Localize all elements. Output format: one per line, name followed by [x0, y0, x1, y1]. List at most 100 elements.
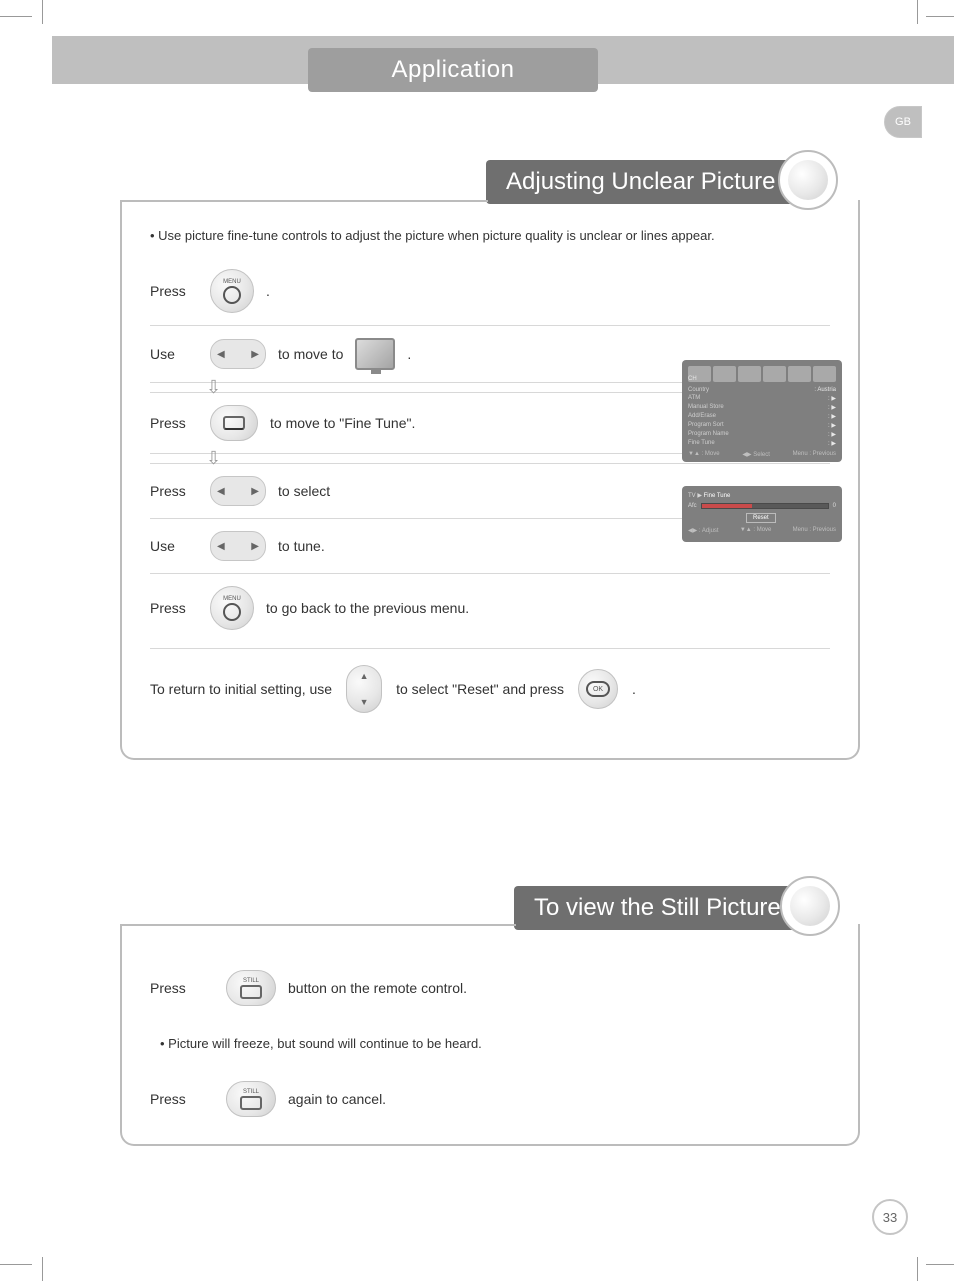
step-row: Press MENU . [150, 257, 830, 326]
down-arrow-icon: ▼ [360, 697, 369, 707]
right-arrow-icon: ▶ [251, 486, 259, 497]
osd-footer: ▼▲ : Move ◀▶ Select Menu : Previous [688, 451, 836, 458]
osd-slider-value: 0 [833, 503, 836, 509]
page-number: 33 [883, 1210, 897, 1225]
step-tail: to tune. [278, 538, 325, 554]
left-right-button-icon: ◀ ▶ [210, 339, 266, 369]
osd-slider-row: Afc 0 [688, 503, 836, 509]
button-label: MENU [223, 596, 241, 602]
osd-crumb-active: Fine Tune [704, 493, 731, 499]
section-title-bar: Adjusting Unclear Picture [486, 160, 804, 204]
osd-slider-fill [702, 504, 752, 508]
reset-mid: to select "Reset" and press [396, 681, 564, 697]
language-code: GB [895, 116, 911, 128]
osd-footer: ◀▶ : Adjust ▼▲ : Move Menu : Previous [688, 527, 836, 534]
step-verb: Press [150, 1091, 214, 1107]
osd-cell: Program Name [688, 431, 729, 438]
step-verb: Press [150, 600, 198, 616]
button-label: MENU [223, 279, 241, 285]
section-panel-adjusting: • Use picture fine-tune controls to adju… [120, 200, 860, 760]
osd-foot-item: ◀▶ : Adjust [688, 527, 719, 534]
nav-glyph-icon [223, 416, 245, 430]
still-button-icon: STILL [226, 970, 276, 1006]
osd-row: Program Sort: ▶ [688, 421, 836, 430]
menu-button-icon: MENU [210, 586, 254, 630]
crop-mark [42, 0, 43, 24]
step-row: Press STILL button on the remote control… [150, 958, 830, 1018]
osd-foot-item: ◀▶ Select [742, 451, 770, 458]
osd-tabs-icon [688, 366, 836, 382]
osd-cell: : ▶ [828, 413, 836, 420]
reset-pre: To return to initial setting, use [150, 681, 332, 697]
osd-slider-bar [701, 503, 829, 509]
crop-mark [917, 0, 918, 24]
osd-cell: : ▶ [828, 440, 836, 447]
step-row: Press MENU to go back to the previous me… [150, 574, 830, 642]
osd-row: Add/Erase : ▶ [688, 412, 836, 421]
page-title: Application [392, 56, 515, 84]
osd-foot-item: ▼▲ : Move [740, 527, 772, 534]
crop-mark [926, 16, 954, 17]
osd-cell: Program Sort [688, 422, 724, 429]
ok-button-icon: OK [578, 669, 618, 709]
right-arrow-icon: ▶ [251, 349, 259, 360]
crop-mark [917, 1257, 918, 1281]
step-tail: to move to [278, 346, 343, 362]
osd-cell: Manual Store [688, 404, 724, 411]
step-verb: Press [150, 283, 198, 299]
osd-row: Program Name: ▶ [688, 430, 836, 439]
left-arrow-icon: ◀ [217, 541, 225, 552]
step-tail: to select [278, 483, 330, 499]
button-label: STILL [243, 978, 259, 984]
crop-mark [0, 1264, 32, 1265]
page-number-badge: 33 [872, 1199, 908, 1235]
page-title-tab: Application [308, 48, 598, 92]
reset-end: . [632, 681, 636, 697]
osd-ch-label: CH [688, 376, 697, 382]
osd-crumb-pre: TV ▶ [688, 493, 704, 499]
reset-instruction-row: To return to initial setting, use ▲ ▼ to… [150, 648, 830, 719]
channel-menu-icon [355, 338, 395, 370]
screen-glyph-icon [240, 985, 262, 999]
osd-finetune-screenshot: TV ▶ Fine Tune Afc 0 Reset ◀▶ : Adjust ▼… [682, 486, 842, 542]
osd-cell: : ▶ [828, 404, 836, 411]
step-verb: Use [150, 346, 198, 362]
button-label: STILL [243, 1089, 259, 1095]
osd-cell: ATM [688, 395, 700, 402]
osd-row: Fine Tune : ▶ [688, 439, 836, 448]
osd-cell: : ▶ [828, 395, 836, 402]
osd-breadcrumb: TV ▶ Fine Tune [688, 492, 836, 499]
osd-cell: Add/Erase [688, 413, 716, 420]
osd-menu-screenshot: CH Country: Austria ATM : ▶ Manual Store:… [682, 360, 842, 462]
step-tail2: . [407, 346, 411, 362]
crop-mark [42, 1257, 43, 1281]
osd-cell: : Austria [814, 387, 836, 393]
down-nav-button-icon [210, 405, 258, 441]
ring-icon [223, 286, 241, 304]
step-tail: to move to "Fine Tune". [270, 415, 415, 431]
section-panel-still: Press STILL button on the remote control… [120, 924, 860, 1146]
step-tail: to go back to the previous menu. [266, 600, 469, 616]
ring-icon [223, 603, 241, 621]
osd-afc-label: Afc [688, 503, 697, 509]
step-verb: Press [150, 980, 214, 996]
section-title: To view the Still Picture [534, 894, 781, 922]
step-verb: Press [150, 415, 198, 431]
osd-foot-item: Menu : Previous [793, 451, 836, 458]
step-tail: . [266, 283, 270, 299]
step-tail: button on the remote control. [288, 980, 467, 996]
osd-row: Country: Austria [688, 386, 836, 394]
ok-label: OK [586, 681, 610, 697]
up-arrow-icon: ▲ [360, 671, 369, 681]
crop-mark [0, 16, 32, 17]
step-verb: Press [150, 483, 198, 499]
menu-button-icon: MENU [210, 269, 254, 313]
osd-row: ATM : ▶ [688, 394, 836, 403]
up-down-button-icon: ▲ ▼ [346, 665, 382, 713]
step-tail: again to cancel. [288, 1091, 386, 1107]
left-right-button-icon: ◀ ▶ [210, 476, 266, 506]
osd-row: Manual Store : ▶ [688, 403, 836, 412]
osd-cell: Fine Tune [688, 440, 715, 447]
osd-foot-item: Menu : Previous [793, 527, 836, 534]
step-row: Press STILL again to cancel. [150, 1069, 830, 1129]
